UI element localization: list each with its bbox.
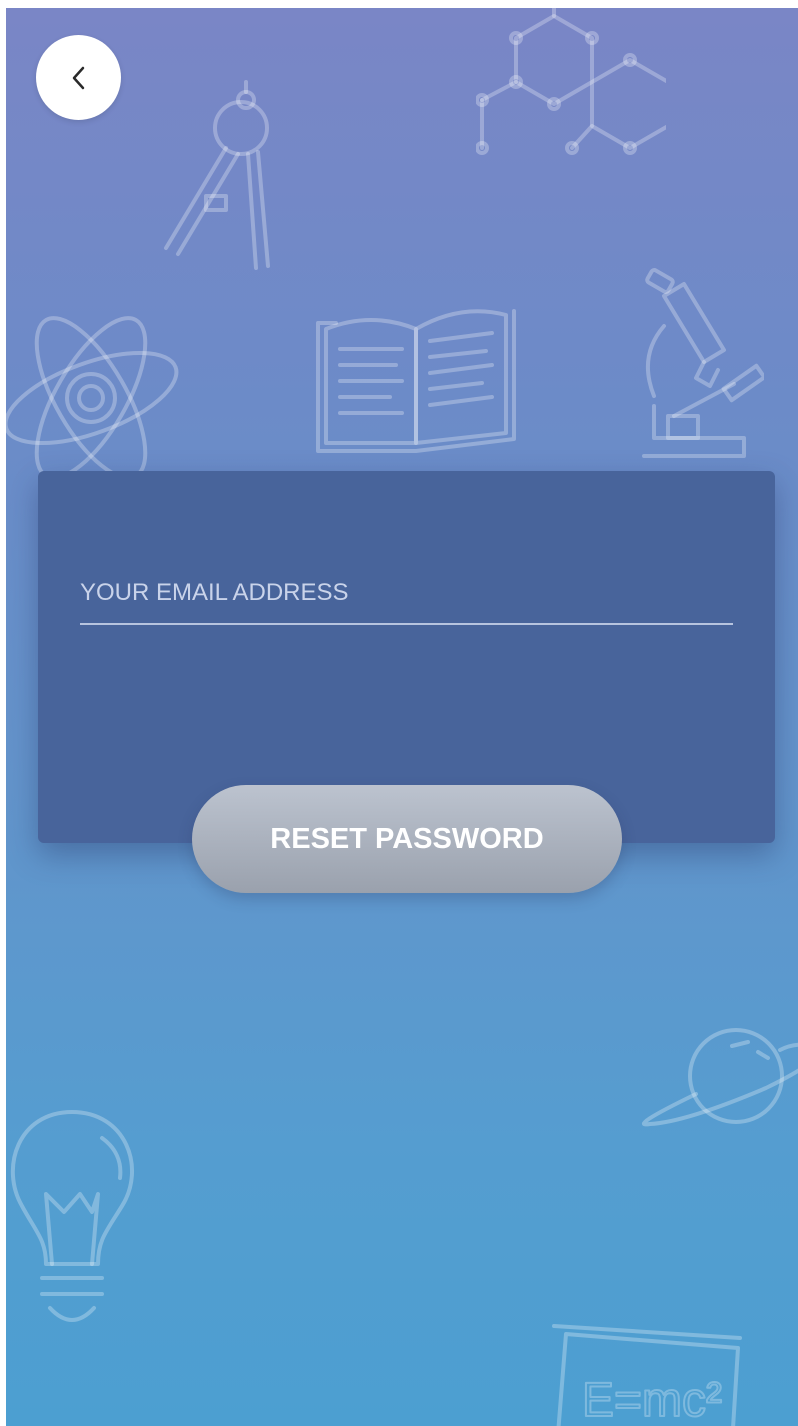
planet-icon	[642, 1028, 798, 1127]
compass-icon	[164, 80, 270, 270]
chevron-left-icon	[72, 66, 84, 89]
lightbulb-icon	[10, 1110, 134, 1322]
reset-password-screen: E=mc² RESET PASSWORD	[6, 8, 798, 1426]
reset-password-button[interactable]: RESET PASSWORD	[192, 785, 622, 893]
molecule-icon	[476, 8, 666, 155]
svg-text:E=mc²: E=mc²	[582, 1374, 722, 1426]
atom-icon	[6, 316, 179, 480]
microscope-icon	[642, 268, 764, 458]
email-field[interactable]	[80, 563, 733, 625]
chalkboard-icon: E=mc²	[552, 1324, 742, 1426]
back-button[interactable]	[36, 35, 121, 120]
book-icon	[316, 309, 516, 453]
